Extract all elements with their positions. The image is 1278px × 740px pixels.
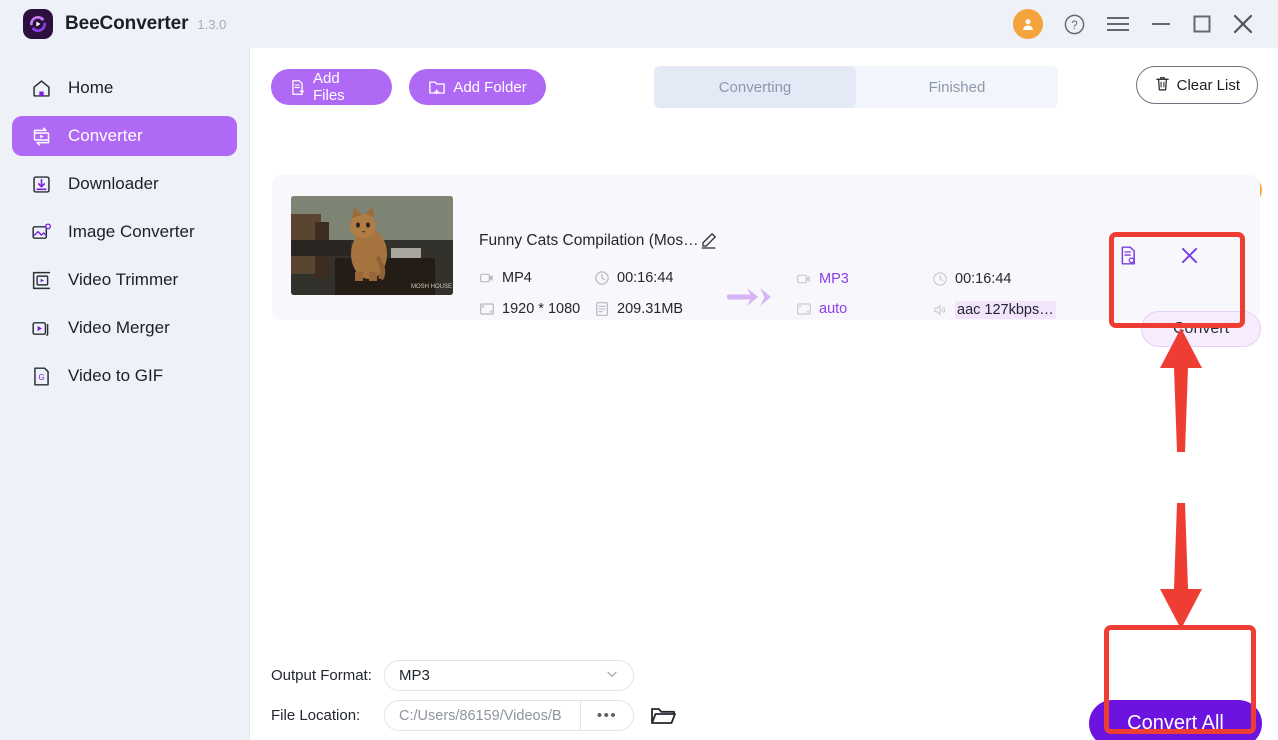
video-format-icon — [479, 270, 495, 286]
target-audio-value: aac 127kbps… — [955, 301, 1056, 319]
app-title: BeeConverter — [65, 13, 188, 35]
svg-text:G: G — [38, 373, 44, 382]
sidebar-item-home[interactable]: Home — [12, 68, 237, 108]
file-name: Funny Cats Compilation (Mos… — [479, 232, 699, 250]
sidebar-item-label: Video Trimmer — [68, 270, 178, 290]
image-icon — [30, 221, 52, 243]
output-format-value: MP3 — [399, 667, 430, 684]
add-files-button[interactable]: Add Files — [271, 69, 392, 105]
file-location-field[interactable]: C:/Users/86159/Videos/B ••• — [384, 700, 634, 731]
hamburger-menu-icon[interactable] — [1106, 15, 1130, 33]
merge-icon — [30, 317, 52, 339]
file-location-row: File Location: C:/Users/86159/Videos/B •… — [271, 700, 676, 731]
add-files-label: Add Files — [313, 70, 374, 104]
remove-x-icon[interactable] — [1179, 245, 1200, 266]
speaker-icon — [932, 302, 948, 318]
add-folder-label: Add Folder — [453, 79, 526, 96]
clear-list-button[interactable]: Clear List — [1136, 66, 1258, 104]
video-format-icon — [796, 271, 812, 287]
download-icon — [30, 173, 52, 195]
source-format: MP4 — [479, 270, 532, 286]
tab-bar: Converting Finished — [654, 66, 1058, 108]
title-bar: BeeConverter 1.3.0 ? — [0, 0, 1278, 48]
source-size-value: 209.31MB — [617, 301, 683, 317]
output-format-label: Output Format: — [271, 667, 384, 684]
clear-list-label: Clear List — [1177, 77, 1240, 94]
sidebar-item-label: Video Merger — [68, 318, 170, 338]
converter-icon — [30, 125, 52, 147]
app-logo-icon — [23, 9, 53, 39]
output-format-select[interactable]: MP3 — [384, 660, 634, 691]
output-format-row: Output Format: MP3 — [271, 660, 634, 691]
clock-icon — [932, 271, 948, 287]
sidebar-item-image-converter[interactable]: Image Converter — [12, 212, 237, 252]
resolution-icon — [479, 301, 495, 317]
file-settings-icon[interactable] — [1118, 245, 1139, 266]
source-resolution: 1920 * 1080 — [479, 301, 580, 317]
trash-icon — [1154, 75, 1171, 96]
target-duration-value: 00:16:44 — [955, 271, 1011, 287]
target-resolution-value: auto — [819, 301, 847, 317]
user-avatar-icon[interactable] — [1013, 9, 1043, 39]
clock-icon — [594, 270, 610, 286]
app-version: 1.3.0 — [197, 17, 226, 32]
resolution-icon — [796, 301, 812, 317]
main-content: Add Files Add Folder Converting Finished — [251, 48, 1278, 740]
add-folder-button[interactable]: Add Folder — [409, 69, 546, 105]
convert-button[interactable]: Convert — [1141, 311, 1261, 347]
sidebar-item-converter[interactable]: Converter — [12, 116, 237, 156]
sidebar-item-label: Converter — [68, 126, 143, 146]
maximize-icon[interactable] — [1192, 14, 1212, 34]
source-size: 209.31MB — [594, 301, 683, 317]
target-format-value: MP3 — [819, 271, 849, 287]
sidebar-item-label: Image Converter — [68, 222, 195, 242]
source-format-value: MP4 — [502, 270, 532, 286]
home-icon — [30, 77, 52, 99]
target-format: MP3 — [796, 271, 849, 287]
sidebar-item-downloader[interactable]: Downloader — [12, 164, 237, 204]
sidebar-item-label: Home — [68, 78, 113, 98]
card-action-icons — [1118, 245, 1200, 266]
add-folder-icon — [428, 78, 446, 96]
browse-path-button[interactable]: ••• — [580, 701, 633, 730]
target-audio: aac 127kbps… — [932, 301, 1056, 319]
convert-all-button[interactable]: Convert All — [1089, 700, 1262, 740]
trim-icon — [30, 269, 52, 291]
svg-text:MOSH HOUSE: MOSH HOUSE — [411, 284, 452, 290]
tab-converting[interactable]: Converting — [654, 66, 856, 108]
sidebar-item-video-to-gif[interactable]: G Video to GIF — [12, 356, 237, 396]
cat-thumbnail: MOSH HOUSE — [291, 196, 453, 295]
chevron-down-icon — [605, 667, 619, 685]
minimize-icon[interactable] — [1150, 16, 1172, 32]
source-duration-value: 00:16:44 — [617, 270, 673, 286]
svg-text:?: ? — [1071, 19, 1077, 31]
app-window: BeeConverter 1.3.0 ? — [0, 0, 1278, 740]
toolbar: Add Files Add Folder Converting Finished — [271, 69, 1258, 105]
convert-arrow-icon — [727, 285, 775, 314]
file-card[interactable]: MOSH HOUSE Funny Cats Compilation (Mos… — [272, 175, 1260, 320]
sidebar-item-label: Video to GIF — [68, 366, 163, 386]
source-resolution-value: 1920 * 1080 — [502, 301, 580, 317]
add-file-icon — [289, 79, 306, 96]
tab-finished[interactable]: Finished — [856, 66, 1058, 108]
source-duration: 00:16:44 — [594, 270, 673, 286]
sidebar-item-label: Downloader — [68, 174, 159, 194]
file-size-icon — [594, 301, 610, 317]
folder-icon[interactable] — [650, 704, 676, 728]
pencil-icon[interactable] — [699, 231, 718, 255]
sidebar-item-video-merger[interactable]: Video Merger — [12, 308, 237, 348]
target-resolution: auto — [796, 301, 847, 317]
file-location-value: C:/Users/86159/Videos/B — [385, 708, 580, 724]
window-controls: ? — [1013, 9, 1254, 39]
close-icon[interactable] — [1232, 13, 1254, 35]
sidebar: Home Converter Downloader — [0, 48, 250, 740]
target-duration: 00:16:44 — [932, 271, 1011, 287]
gif-icon: G — [30, 365, 52, 387]
help-icon[interactable]: ? — [1063, 13, 1086, 36]
file-location-label: File Location: — [271, 707, 384, 724]
sidebar-item-video-trimmer[interactable]: Video Trimmer — [12, 260, 237, 300]
